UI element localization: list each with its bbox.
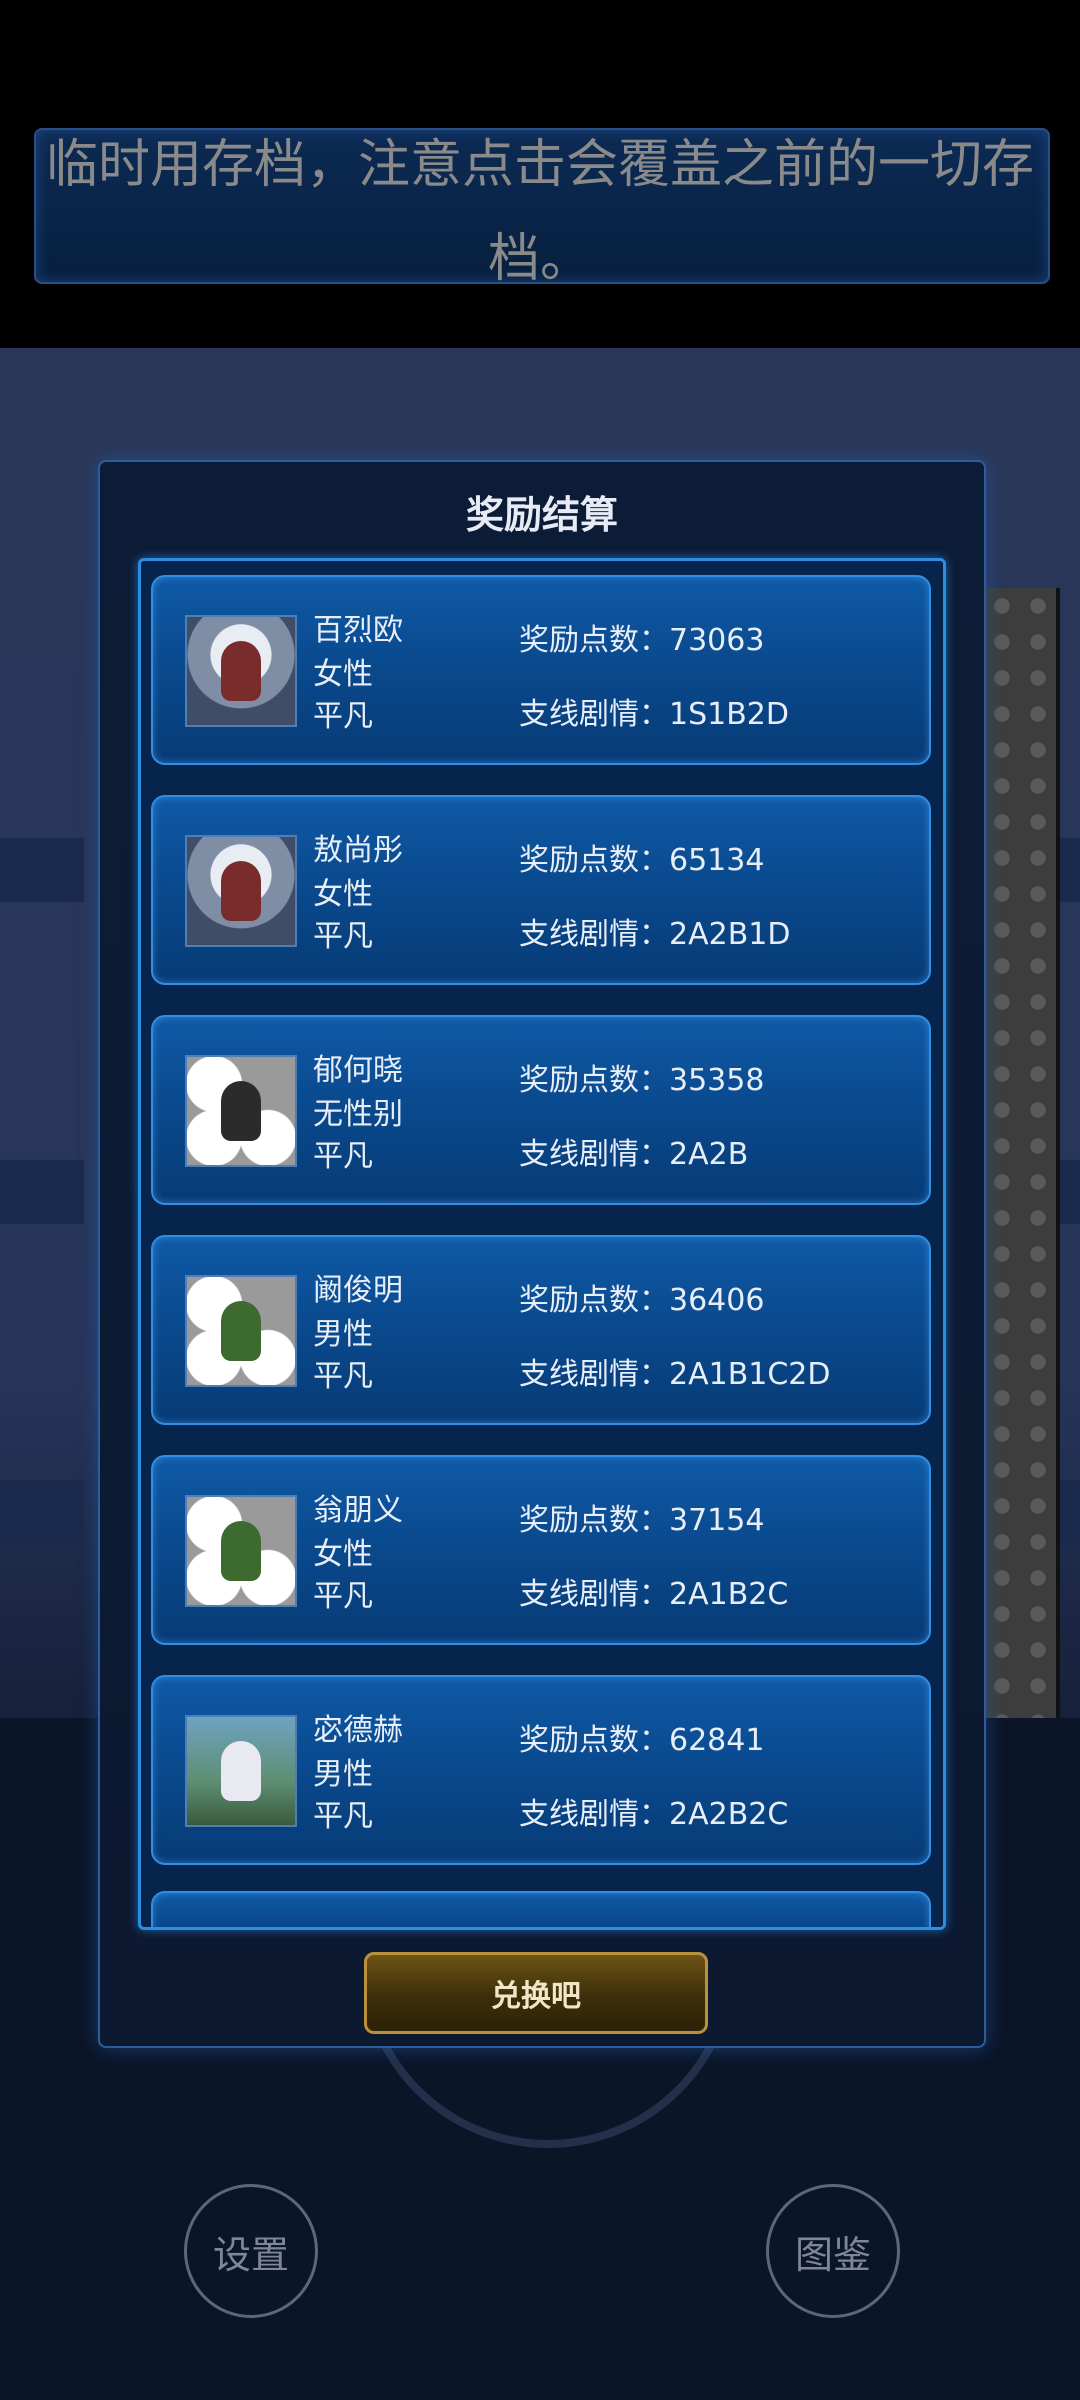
reward-card: 郁何晓 无性别 平凡 奖励点数：35358 支线剧情：2A2B [151, 1015, 931, 1205]
reward-card: 翁朋义 女性 平凡 奖励点数：37154 支线剧情：2A1B2C [151, 1455, 931, 1645]
character-name: 百烈欧 [313, 613, 403, 648]
reward-points: 奖励点数：73063 [519, 623, 765, 658]
character-gender: 女性 [313, 877, 373, 912]
reward-points: 奖励点数：62841 [519, 1723, 765, 1758]
chibi-avatar [185, 1055, 297, 1167]
tile-column [980, 588, 1060, 1718]
branch-story: 支线剧情：2A1B2C [519, 1577, 789, 1612]
character-name: 郁何晓 [313, 1053, 403, 1088]
reward-card: 宓德赫 男性 平凡 奖励点数：62841 支线剧情：2A2B2C [151, 1675, 931, 1865]
reward-list[interactable]: 百烈欧 女性 平凡 奖励点数：73063 支线剧情：1S1B2D 敖尚彤 女性 … [138, 558, 946, 1930]
character-name: 敖尚彤 [313, 833, 403, 868]
branch-story: 支线剧情：2A2B [519, 1137, 749, 1172]
branch-story: 支线剧情：2A1B1C2D [519, 1357, 831, 1392]
side-decoration [0, 838, 84, 902]
side-decoration [0, 1480, 84, 1544]
settings-label: 设置 [212, 2232, 289, 2277]
character-rank: 平凡 [313, 1139, 373, 1174]
gallery-button[interactable]: 图鉴 [766, 2184, 900, 2318]
reward-card: 敖尚彤 女性 平凡 奖励点数：65134 支线剧情：2A2B1D [151, 795, 931, 985]
reward-points: 奖励点数：35358 [519, 1063, 765, 1098]
redeem-button[interactable]: 兑换吧 [364, 1952, 708, 2034]
reward-points: 奖励点数：36406 [519, 1283, 765, 1318]
reward-points: 奖励点数：37154 [519, 1503, 765, 1538]
reward-card: 百烈欧 女性 平凡 奖励点数：73063 支线剧情：1S1B2D [151, 575, 931, 765]
character-rank: 平凡 [313, 919, 373, 954]
branch-story: 支线剧情：2A2B2C [519, 1797, 789, 1832]
character-rank: 平凡 [313, 699, 373, 734]
settings-button[interactable]: 设置 [184, 2184, 318, 2318]
reward-points: 奖励点数：65134 [519, 843, 765, 878]
dialog-title: 奖励结算 [465, 493, 618, 537]
character-rank: 平凡 [313, 1359, 373, 1394]
character-name: 翁朋义 [313, 1493, 403, 1528]
character-gender: 无性别 [313, 1097, 403, 1132]
toast-message: 临时用存档，注意点击会覆盖之前的一切存档。 [45, 135, 1034, 289]
chibi-avatar [185, 1275, 297, 1387]
character-gender: 女性 [313, 1537, 373, 1572]
reward-dialog: 奖励结算 百烈欧 女性 平凡 奖励点数：73063 支线剧情：1S1B2D 敖尚… [98, 460, 986, 2048]
branch-story: 支线剧情：2A2B1D [519, 917, 791, 952]
reward-card-partial [151, 1891, 931, 1927]
side-decoration [0, 1160, 84, 1224]
garden-avatar [185, 1715, 297, 1827]
character-gender: 女性 [313, 657, 373, 692]
gallery-label: 图鉴 [794, 2232, 871, 2277]
branch-story: 支线剧情：1S1B2D [519, 697, 789, 732]
moon-girl-avatar [185, 615, 297, 727]
reward-card: 阚俊明 男性 平凡 奖励点数：36406 支线剧情：2A1B1C2D [151, 1235, 931, 1425]
character-gender: 男性 [313, 1317, 373, 1352]
chibi-avatar [185, 1495, 297, 1607]
character-rank: 平凡 [313, 1579, 373, 1614]
character-gender: 男性 [313, 1757, 373, 1792]
character-rank: 平凡 [313, 1799, 373, 1834]
character-name: 阚俊明 [313, 1273, 403, 1308]
character-name: 宓德赫 [313, 1713, 403, 1748]
redeem-label: 兑换吧 [491, 1979, 581, 2014]
moon-girl-avatar [185, 835, 297, 947]
